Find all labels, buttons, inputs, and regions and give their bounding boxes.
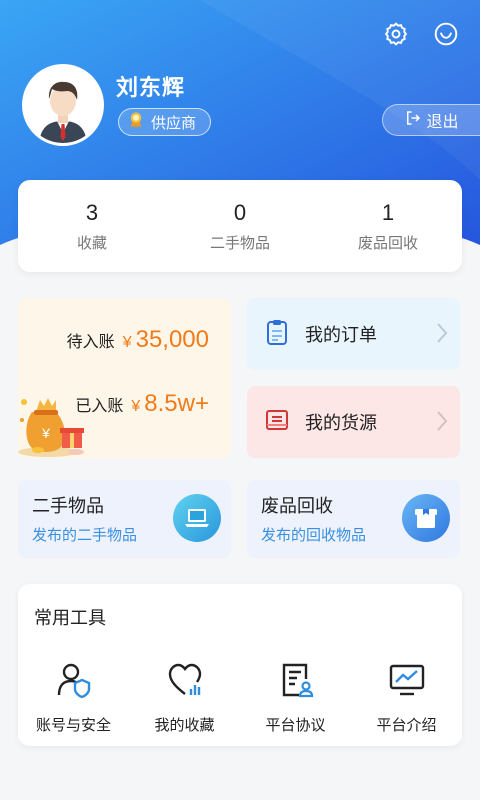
account-security-icon xyxy=(54,660,94,700)
tool-label: 账号与安全 xyxy=(35,716,111,734)
customer-service-icon[interactable] xyxy=(430,18,462,50)
chevron-right-icon xyxy=(436,322,448,348)
logout-button[interactable]: 退出 xyxy=(382,104,480,136)
medal-icon xyxy=(127,111,145,133)
my-orders-card[interactable]: 我的订单 xyxy=(247,298,460,370)
avatar[interactable] xyxy=(22,64,104,146)
recycling-card[interactable]: 废品回收 发布的回收物品 xyxy=(247,480,460,558)
laptop-icon xyxy=(173,494,221,542)
logout-icon xyxy=(404,109,422,131)
username: 刘东辉 xyxy=(116,76,186,101)
header-actions xyxy=(380,18,462,50)
stats-card: 3 收藏 0 二手物品 1 废品回收 xyxy=(18,180,462,272)
stat-value: 1 xyxy=(381,199,395,225)
stat-favorites[interactable]: 3 收藏 xyxy=(18,180,166,272)
tool-account-security[interactable]: 账号与安全 xyxy=(18,660,129,735)
my-supply-label: 我的货源 xyxy=(305,413,377,434)
stat-label: 二手物品 xyxy=(209,233,270,252)
money-bag-illustration: ¥ xyxy=(18,390,94,458)
tool-label: 平台协议 xyxy=(265,716,326,734)
tool-label: 平台介绍 xyxy=(376,716,437,734)
tools-card: 常用工具 账号与安全 我的收藏 平台协议 平台介绍 xyxy=(18,584,462,746)
stat-value: 0 xyxy=(233,199,247,225)
pending-row: 待入账 ¥35,000 xyxy=(67,326,209,354)
tool-favorites[interactable]: 我的收藏 xyxy=(129,660,240,735)
goods-list-icon xyxy=(265,408,289,436)
svg-text:¥: ¥ xyxy=(41,425,50,441)
chevron-right-icon xyxy=(436,410,448,436)
stat-recycling[interactable]: 1 废品回收 xyxy=(314,180,462,272)
my-supply-card[interactable]: 我的货源 xyxy=(247,386,460,458)
tool-label: 我的收藏 xyxy=(154,716,215,734)
role-badge: 供应商 xyxy=(118,108,212,136)
clipboard-icon xyxy=(265,318,289,350)
stat-label: 收藏 xyxy=(76,233,107,252)
tools-row: 账号与安全 我的收藏 平台协议 平台介绍 xyxy=(18,660,462,735)
recycle-box-icon xyxy=(402,494,450,542)
tool-intro[interactable]: 平台介绍 xyxy=(351,660,462,735)
logout-label: 退出 xyxy=(426,112,459,131)
stat-value: 3 xyxy=(85,199,99,225)
received-amount: ¥8.5w+ xyxy=(131,390,209,417)
pending-label: 待入账 xyxy=(66,332,115,351)
second-hand-card[interactable]: 二手物品 发布的二手物品 xyxy=(18,480,231,558)
stat-label: 废品回收 xyxy=(357,233,418,252)
settings-icon[interactable] xyxy=(380,18,412,50)
received-row: 已入账 ¥8.5w+ xyxy=(75,390,209,418)
tools-title: 常用工具 xyxy=(34,608,106,629)
agreement-icon xyxy=(276,660,316,700)
my-orders-label: 我的订单 xyxy=(305,325,377,346)
account-card[interactable]: 待入账 ¥35,000 已入账 ¥8.5w+ ¥ xyxy=(18,298,231,458)
pending-amount: ¥35,000 xyxy=(122,326,209,353)
favorites-icon xyxy=(165,660,205,700)
tool-agreement[interactable]: 平台协议 xyxy=(240,660,351,735)
intro-icon xyxy=(387,660,427,700)
stat-second-hand[interactable]: 0 二手物品 xyxy=(166,180,314,272)
role-label: 供应商 xyxy=(151,113,197,132)
